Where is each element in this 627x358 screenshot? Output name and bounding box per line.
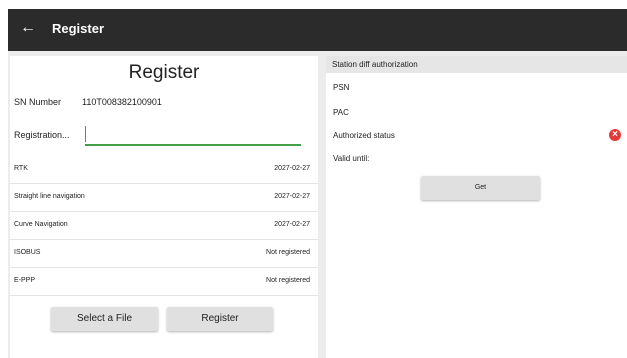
registration-code-input[interactable] (85, 124, 301, 146)
feature-name: Straight line navigation (14, 193, 85, 200)
valid-until-label: Valid until: (333, 154, 370, 163)
feature-row-straight-line-navigation: Straight line navigation 2027-02-27 (10, 184, 318, 212)
registration-code-label: Registration... (14, 130, 70, 140)
station-diff-header: Station diff authorization (326, 56, 627, 73)
pac-label: PAC (333, 108, 349, 117)
register-panel: Register SN Number 110T008382100901 Regi… (10, 56, 318, 358)
feature-row-curve-navigation: Curve Navigation 2027-02-27 (10, 212, 318, 240)
station-diff-panel: Station diff authorization PSN PAC Autho… (326, 56, 627, 358)
feature-name: Curve Navigation (14, 221, 68, 228)
psn-label: PSN (333, 83, 350, 92)
error-close-icon: × (609, 129, 621, 141)
back-arrow-icon[interactable]: ← (16, 16, 40, 40)
top-bar: ← Register (8, 9, 627, 51)
feature-expiry: 2027-02-27 (274, 221, 310, 228)
text-cursor (85, 126, 86, 142)
select-file-button[interactable]: Select a File (51, 307, 158, 331)
feature-row-rtk: RTK 2027-02-27 (10, 156, 318, 184)
feature-name: RTK (14, 165, 28, 172)
sn-number-value: 110T008382100901 (82, 97, 162, 107)
sn-number-label: SN Number (14, 97, 62, 107)
feature-expiry: Not registered (266, 277, 310, 284)
get-button[interactable]: Get (421, 176, 540, 200)
feature-expiry: 2027-02-27 (274, 193, 310, 200)
feature-row-e-ppp: E-PPP Not registered (10, 268, 318, 296)
register-panel-title: Register (128, 62, 200, 83)
feature-name: E-PPP (14, 277, 36, 284)
register-button[interactable]: Register (167, 307, 273, 331)
feature-name: ISOBUS (14, 249, 41, 256)
feature-row-isobus: ISOBUS Not registered (10, 240, 318, 268)
feature-expiry: Not registered (266, 249, 310, 256)
top-bar-title: Register (52, 21, 105, 36)
feature-expiry: 2027-02-27 (274, 165, 310, 172)
authorized-status-label: Authorized status (333, 131, 395, 140)
